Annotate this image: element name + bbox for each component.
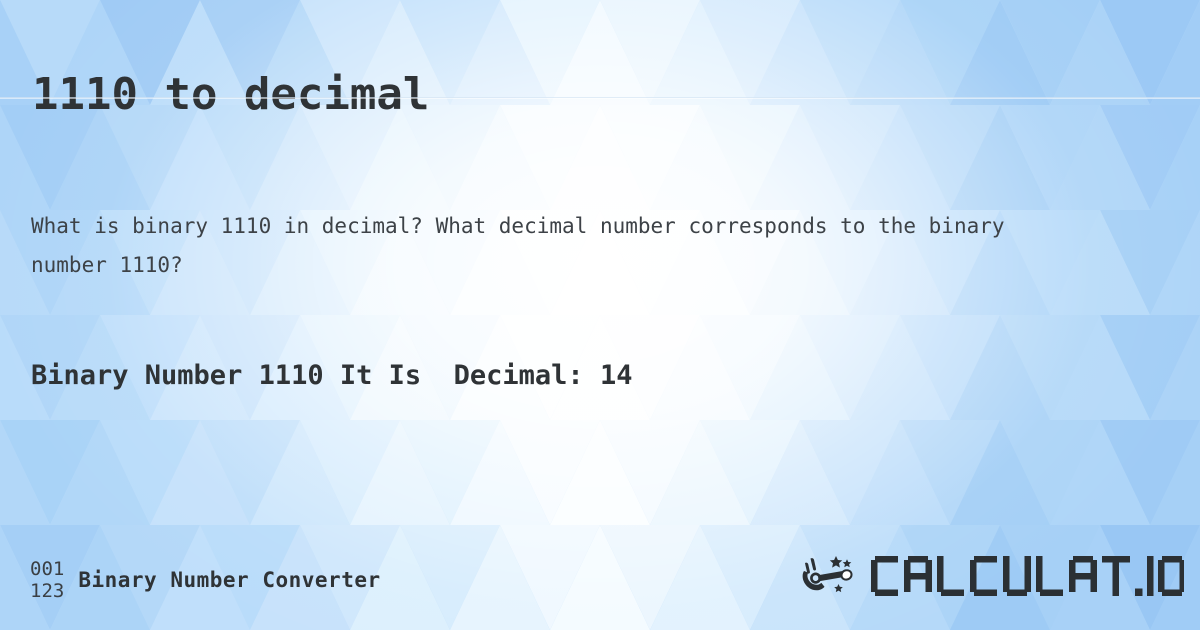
bits-top-row: 001 <box>30 558 65 580</box>
content-area: 1110 to decimal What is binary 1110 in d… <box>0 0 1200 630</box>
binary-bits-logo-icon: 001 123 <box>30 558 64 602</box>
site-logo[interactable]: CALCULAT.IO <box>802 553 1184 599</box>
footer-brand-group: 001 123 Binary Number Converter <box>30 558 381 602</box>
header-divider <box>0 97 1200 99</box>
magic-wand-hand-icon <box>802 556 853 593</box>
footer: 001 123 Binary Number Converter <box>0 534 1200 630</box>
page-root: 1110 to decimal What is binary 1110 in d… <box>0 0 1200 630</box>
footer-brand-label: Binary Number Converter <box>78 568 381 592</box>
bits-bottom-row: 123 <box>30 580 65 602</box>
calculatio-logo-text: CALCULAT.IO <box>871 556 1184 596</box>
conversion-result: Binary Number 1110 It Is Decimal: 14 <box>31 360 633 391</box>
page-description: What is binary 1110 in decimal? What dec… <box>31 214 1018 277</box>
page-title: 1110 to decimal <box>32 69 430 121</box>
